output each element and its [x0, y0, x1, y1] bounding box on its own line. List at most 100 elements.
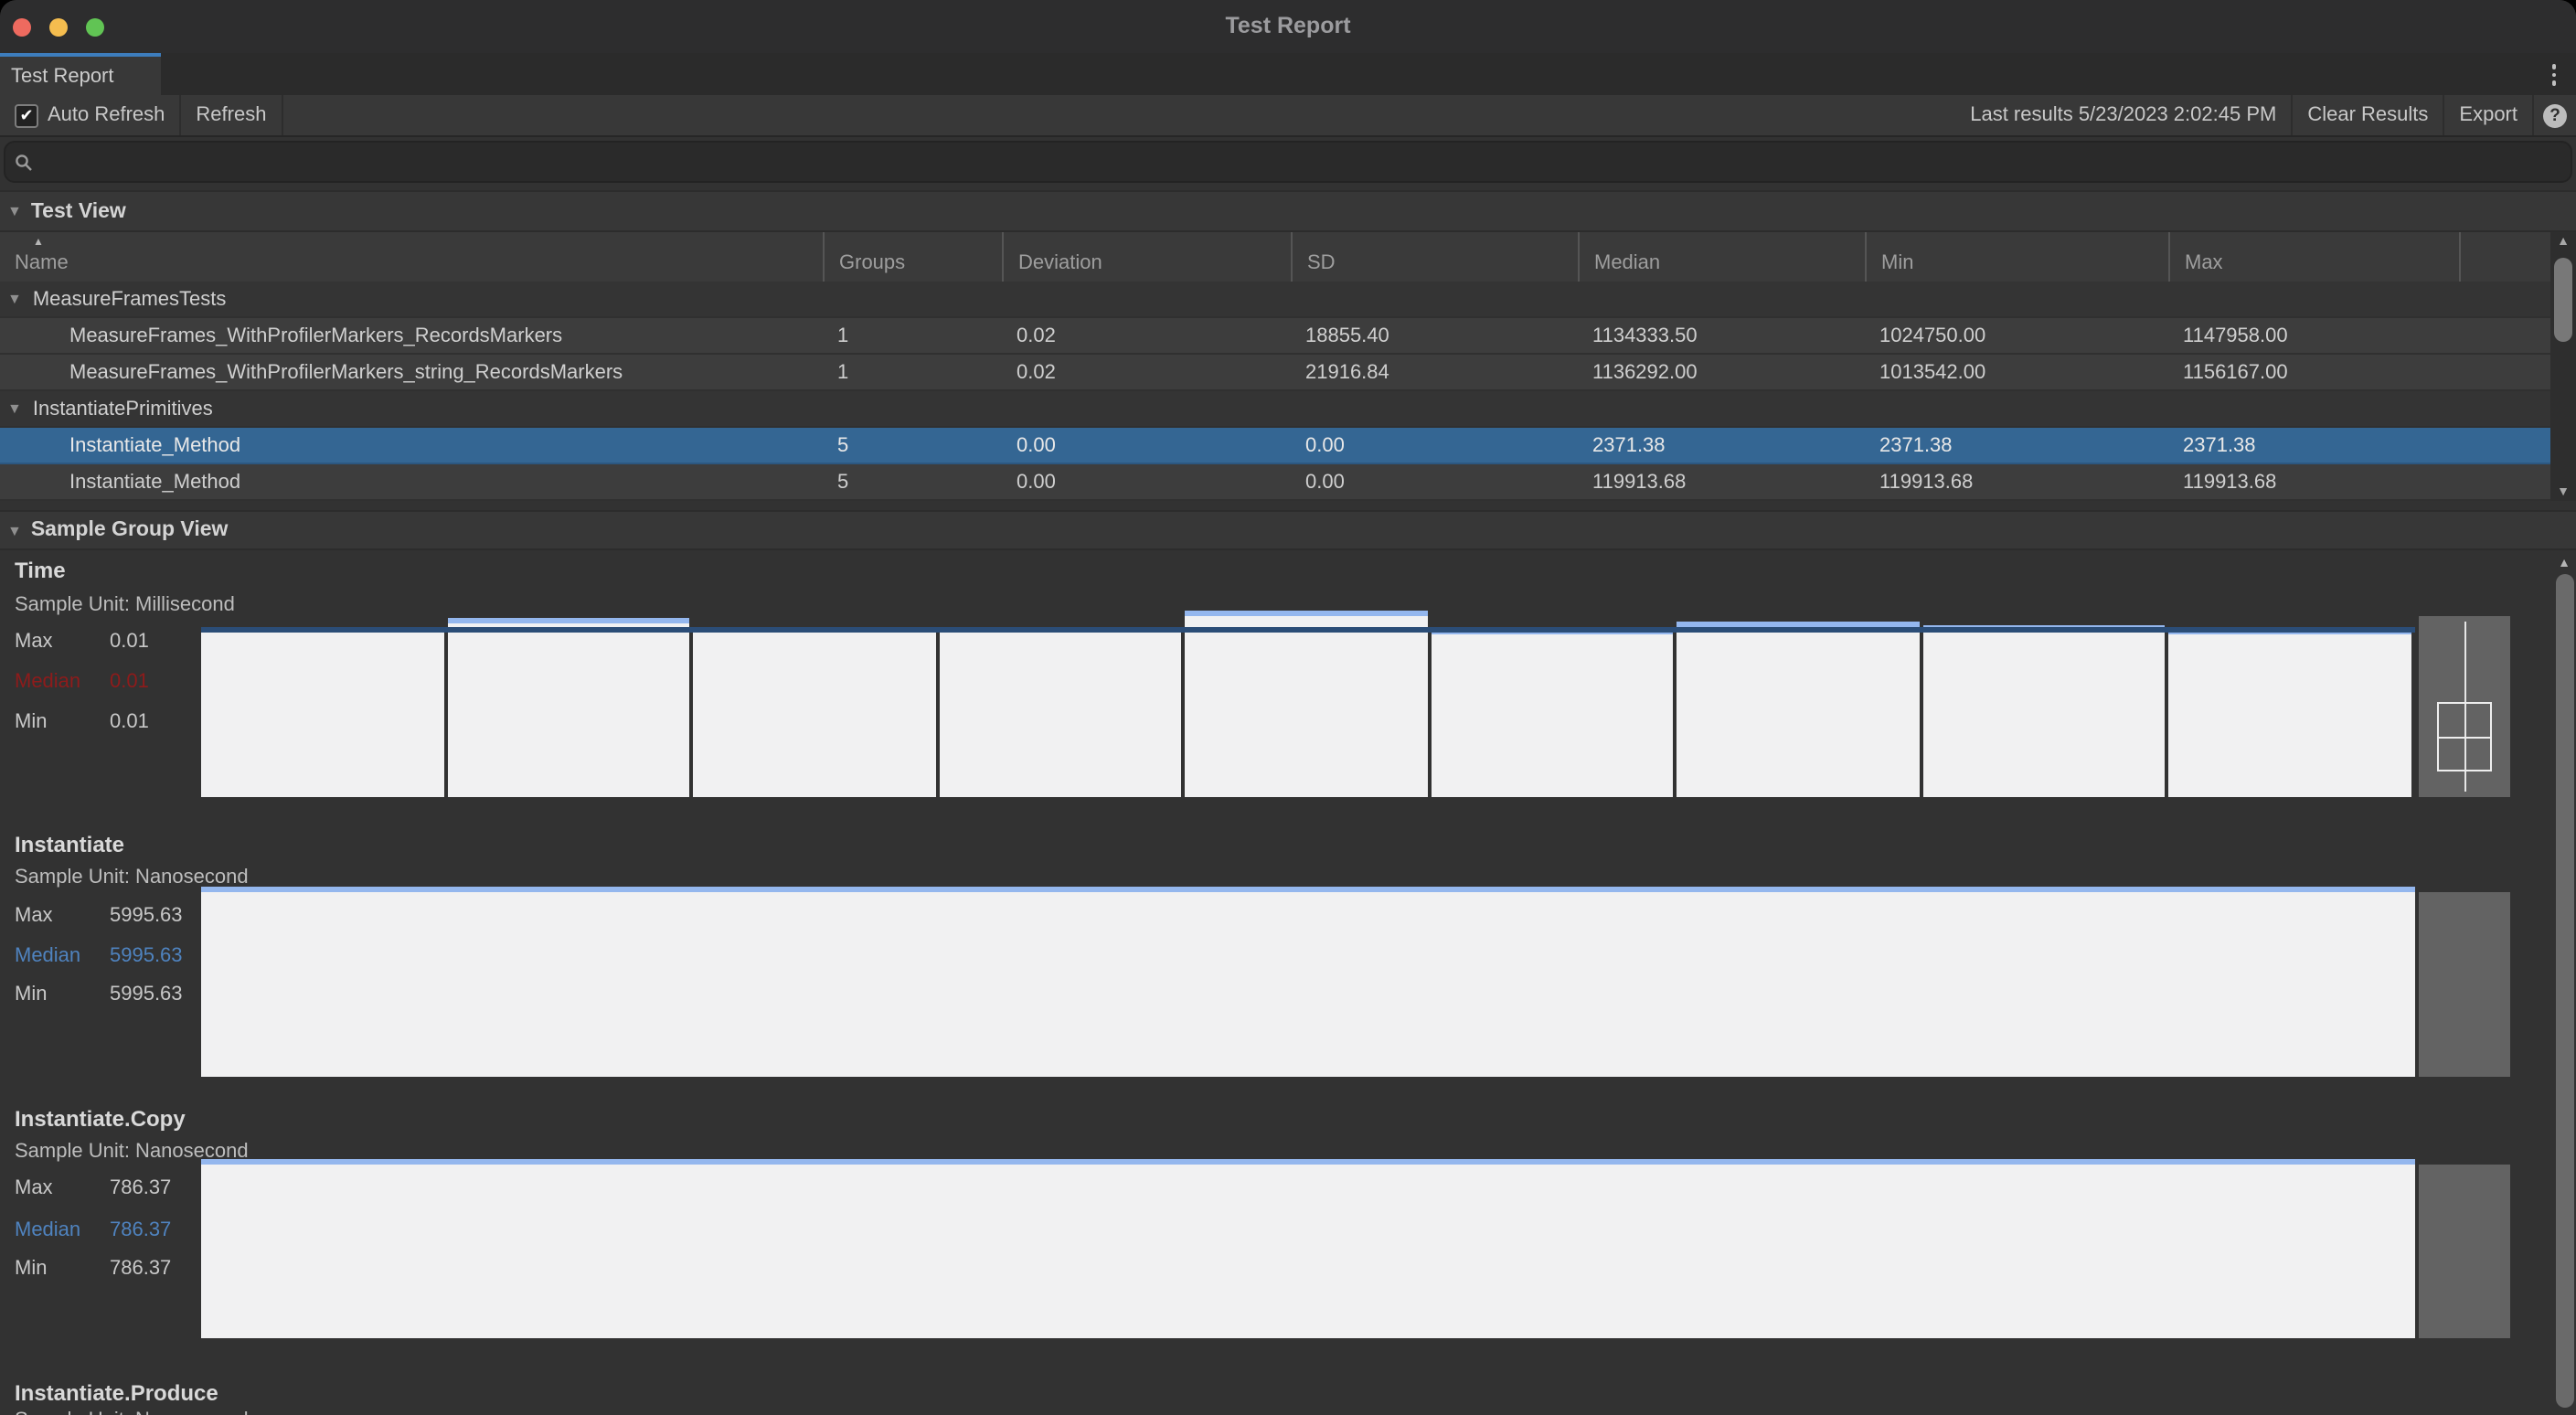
stat-value: 5995.63 — [110, 905, 183, 927]
table-row[interactable]: Instantiate_Method50.000.002371.382371.3… — [0, 428, 2550, 464]
sample-bar[interactable] — [1185, 611, 1427, 797]
cell-median: 119913.68 — [1578, 471, 1865, 493]
cell-median: 2371.38 — [1578, 434, 1865, 456]
row-name: MeasureFrames_WithProfilerMarkers_string… — [69, 361, 623, 383]
column-header-empty — [2459, 232, 2549, 282]
stat-label: Min — [15, 1258, 110, 1280]
cell-sd: 18855.40 — [1291, 324, 1578, 346]
stat-value: 5995.63 — [110, 984, 183, 1005]
sample-bar[interactable] — [1677, 622, 1920, 797]
row-name: MeasureFrames_WithProfilerMarkers_Record… — [69, 324, 562, 346]
stat-min: Min786.37 — [15, 1258, 171, 1280]
sample-bar[interactable] — [2169, 629, 2411, 797]
refresh-button[interactable]: Refresh — [181, 95, 282, 135]
section-title: Time — [15, 558, 66, 583]
column-header-min[interactable]: Min — [1865, 232, 2168, 282]
sample-group-view-header[interactable]: ▼ Sample Group View — [0, 510, 2576, 550]
sample-bar[interactable] — [693, 627, 935, 797]
cell-sd: 0.00 — [1291, 471, 1578, 493]
help-button-wrap: ? — [2532, 95, 2576, 135]
panel-scrollbar-thumb[interactable] — [2556, 574, 2574, 1408]
stat-label: Max — [15, 631, 110, 653]
stat-label: Median — [15, 671, 110, 693]
stat-label: Median — [15, 1219, 110, 1241]
stat-value: 5995.63 — [110, 945, 183, 967]
cell-sd: 0.00 — [1291, 434, 1578, 456]
table-group-row[interactable]: ▼ InstantiatePrimitives — [0, 391, 2550, 428]
table-row[interactable]: MeasureFrames_WithProfilerMarkers_Record… — [0, 318, 2550, 355]
help-icon[interactable]: ? — [2543, 103, 2567, 127]
box-plot-widget — [2418, 892, 2509, 1077]
section-title: Instantiate.Copy — [15, 1106, 186, 1132]
scroll-up-icon[interactable]: ▲ — [2554, 554, 2574, 572]
sample-bar[interactable] — [201, 627, 443, 797]
sample-bar[interactable] — [1432, 629, 1674, 797]
cell-max: 2371.38 — [2168, 434, 2459, 456]
row-name: InstantiatePrimitives — [33, 398, 213, 420]
sample-bar[interactable] — [939, 627, 1181, 797]
cell-median: 1136292.00 — [1578, 361, 1865, 383]
box-plot-widget — [2418, 616, 2509, 797]
table-row[interactable]: MeasureFrames_WithProfilerMarkers_string… — [0, 355, 2550, 391]
sample-bar[interactable] — [201, 887, 2415, 1077]
kebab-menu-icon[interactable] — [2541, 60, 2567, 90]
last-results-timestamp: Last results 5/23/2023 2:02:45 PM — [1955, 95, 2291, 135]
stat-value: 0.01 — [110, 631, 149, 653]
search-icon — [15, 153, 33, 171]
table-scrollbar-thumb[interactable] — [2554, 258, 2572, 342]
column-header-groups[interactable]: Groups — [823, 232, 1002, 282]
scroll-up-icon[interactable]: ▲ — [2550, 232, 2576, 250]
export-button[interactable]: Export — [2443, 95, 2532, 135]
cell-max: 1147958.00 — [2168, 324, 2459, 346]
row-name: MeasureFramesTests — [33, 288, 227, 310]
stat-label: Min — [15, 711, 110, 733]
section-title: Instantiate — [15, 832, 124, 857]
cell-groups: 1 — [823, 361, 1002, 383]
cell-min: 119913.68 — [1865, 471, 2168, 493]
stat-label: Max — [15, 905, 110, 927]
scroll-down-icon[interactable]: ▼ — [2550, 483, 2576, 501]
search-input[interactable] — [4, 141, 2572, 183]
cell-groups: 5 — [823, 434, 1002, 456]
clear-results-button[interactable]: Clear Results — [2291, 95, 2443, 135]
cell-deviation: 0.02 — [1002, 324, 1291, 346]
checkbox-checked-icon[interactable]: ✔ — [15, 103, 38, 127]
sample-unit-label: Sample Unit: Nanosecond — [15, 1410, 249, 1415]
column-header-deviation[interactable]: Deviation — [1002, 232, 1291, 282]
stat-median: Median0.01 — [15, 671, 149, 693]
test-view-header[interactable]: ▼ Test View — [0, 190, 2576, 232]
box-plot-box — [2436, 702, 2491, 771]
foldout-open-icon[interactable]: ▼ — [7, 522, 22, 538]
table-row[interactable]: Instantiate_Method50.000.00119913.681199… — [0, 464, 2550, 501]
column-header-name[interactable]: Name — [0, 232, 823, 282]
foldout-open-icon[interactable]: ▼ — [7, 203, 22, 219]
table-group-row[interactable]: ▼ MeasureFramesTests — [0, 282, 2550, 318]
auto-refresh-toggle[interactable]: ✔ Auto Refresh — [0, 95, 181, 135]
cell-min: 1024750.00 — [1865, 324, 2168, 346]
tab-test-report[interactable]: Test Report — [0, 53, 161, 95]
table-scrollbar[interactable]: ▲ ▼ — [2550, 232, 2576, 501]
foldout-open-icon[interactable]: ▼ — [7, 400, 22, 417]
stat-value: 786.37 — [110, 1219, 171, 1241]
sample-bar[interactable] — [1923, 625, 2166, 797]
window-title: Test Report — [0, 13, 2576, 38]
test-view-title: Test View — [31, 200, 126, 222]
column-header-sd[interactable]: SD — [1291, 232, 1578, 282]
sample-bar[interactable] — [447, 618, 689, 797]
toolbar: ✔ Auto Refresh Refresh Last results 5/23… — [0, 95, 2576, 137]
median-line — [201, 627, 2415, 633]
stat-max: Max5995.63 — [15, 905, 183, 927]
foldout-open-icon[interactable]: ▼ — [7, 291, 22, 307]
box-plot-widget — [2418, 1165, 2509, 1338]
cell-max: 1156167.00 — [2168, 361, 2459, 383]
stat-value: 0.01 — [110, 671, 149, 693]
stat-label: Min — [15, 984, 110, 1005]
cell-min: 2371.38 — [1865, 434, 2168, 456]
column-header-median[interactable]: Median — [1578, 232, 1865, 282]
sample-unit-label: Sample Unit: Nanosecond — [15, 867, 249, 888]
column-header-max[interactable]: Max — [2168, 232, 2459, 282]
sample-bar[interactable] — [201, 1159, 2415, 1338]
cell-median: 1134333.50 — [1578, 324, 1865, 346]
stat-label: Median — [15, 945, 110, 967]
cell-groups: 1 — [823, 324, 1002, 346]
